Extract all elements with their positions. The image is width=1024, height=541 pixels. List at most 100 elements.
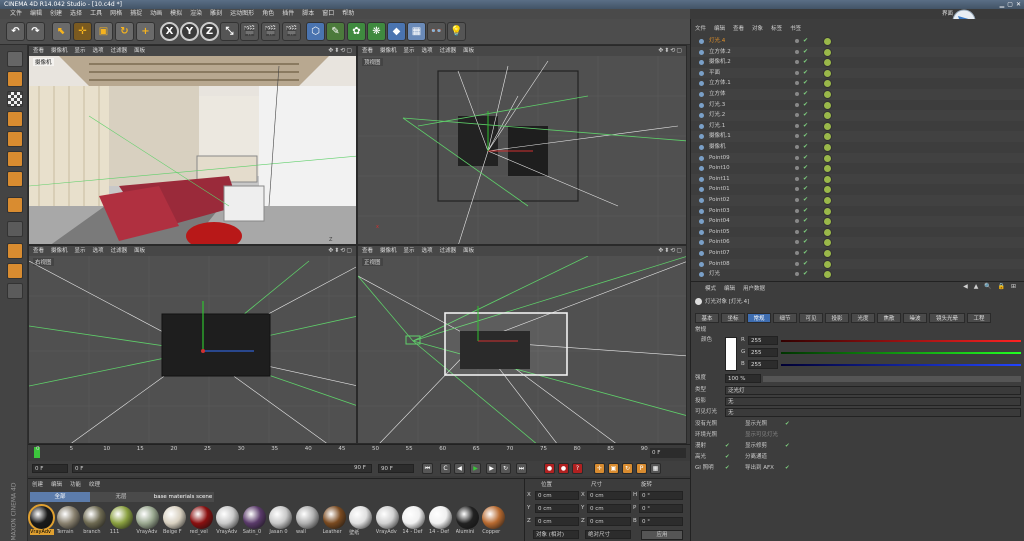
render-settings-button[interactable]: 🎬 [282,22,301,41]
object-tag-icon[interactable] [823,79,832,89]
object-row[interactable]: Point05 ✔ [691,227,1024,238]
visibility-dot-icon[interactable] [795,102,799,107]
vp-menu-view[interactable]: 查看 [33,246,44,256]
prev-key-button[interactable]: C [440,463,451,474]
object-tag-icon[interactable] [823,121,832,131]
material-preview[interactable] [242,506,266,529]
diffuse-check[interactable]: ✔ [725,441,730,451]
visibility-dot-icon[interactable] [795,272,799,277]
vp-menu-options[interactable]: 选项 [93,46,104,56]
object-row[interactable]: Point06 ✔ [691,237,1024,248]
obj-menu-tags[interactable]: 标签 [771,24,782,32]
vp-menu-display[interactable]: 显示 [75,46,86,56]
object-row[interactable]: 立方体 ✔ [691,89,1024,100]
object-row[interactable]: 灯光.1 ✔ [691,121,1024,132]
attr-tab[interactable]: 基本 [695,313,719,323]
menu-item-4[interactable]: 工具 [90,9,102,19]
visibility-dot-icon[interactable] [795,176,799,181]
minimize-icon[interactable]: ▁ [1000,0,1005,9]
timeline-ruler[interactable]: 0 5 10 15 20 25 30 35 40 45 50 55 60 65 70 75 80 85 90 0 F [28,444,690,461]
camera-button[interactable]: 👓 [427,22,446,41]
color-swatch[interactable] [725,337,737,371]
visibility-dot-icon[interactable] [795,229,799,234]
object-tag-icon[interactable] [823,37,832,46]
go-to-end-button[interactable]: ⏭ [516,463,527,474]
visibility-dot-icon[interactable] [795,134,799,139]
object-tag-icon[interactable] [823,164,832,174]
material-preview[interactable] [28,504,55,531]
enabled-check-icon[interactable]: ✔ [803,121,808,132]
viewport-nav-icons[interactable]: ✥⬍⟲▢ [658,247,683,254]
object-tag-icon[interactable] [823,143,832,152]
attr-tab[interactable]: 噪波 [903,313,927,323]
maximize-icon[interactable]: ▢ [1007,0,1013,9]
object-tag-icon[interactable] [823,174,832,184]
coordinate-system-button[interactable]: ⤡ [220,22,239,41]
menu-item-5[interactable]: 网格 [110,9,122,19]
texture-mode-icon[interactable] [7,91,23,107]
object-tag-icon[interactable] [823,153,832,163]
attr-tab[interactable]: 镜头光晕 [929,313,965,323]
mat-menu-function[interactable]: 功能 [70,480,81,488]
object-row[interactable]: 平面 ✔ [691,67,1024,79]
snap-icon[interactable] [7,221,23,237]
object-row[interactable]: 摄像机.2 ✔ [691,57,1024,68]
menu-item-14[interactable]: 脚本 [302,9,314,19]
visibility-dot-icon[interactable] [795,208,799,213]
material-preview[interactable] [269,506,293,529]
x-axis-button[interactable]: X [160,22,179,41]
points-mode-icon[interactable] [7,111,23,127]
z-axis-button[interactable]: Z [200,22,219,41]
visibility-dot-icon[interactable] [795,261,799,266]
enabled-check-icon[interactable]: ✔ [803,248,808,259]
obj-menu-bookmarks[interactable]: 书签 [790,24,801,32]
attr-tab[interactable]: 坐标 [721,313,745,323]
layout-label[interactable]: 界面 [942,9,953,17]
visibility-dot-icon[interactable] [795,81,799,86]
coord-apply-button[interactable]: 应用 [641,530,683,540]
enabled-check-icon[interactable]: ✔ [803,184,808,195]
enabled-check-icon[interactable]: ✔ [803,174,808,185]
menu-item-0[interactable]: 文件 [10,9,22,19]
vp-menu-options[interactable]: 选项 [93,246,104,256]
vp-menu-panel[interactable]: 面板 [134,46,145,56]
key-rotation-button[interactable]: ↻ [622,463,633,474]
vp-menu-camera[interactable]: 摄像机 [380,246,397,256]
key-grid-button[interactable]: ▦ [650,463,661,474]
auto-key-button[interactable]: ● [558,463,569,474]
array-button[interactable]: ❋ [367,22,386,41]
enabled-check-icon[interactable]: ✔ [803,78,808,89]
object-row[interactable]: Point07 ✔ [691,248,1024,259]
coord-size-mode-select[interactable]: 绝对尺寸 [585,530,631,539]
material-preview[interactable] [163,506,186,529]
coord-value-field[interactable]: 0 cm [587,491,631,500]
close-icon[interactable]: ✕ [1016,0,1021,9]
record-button[interactable]: ● [544,463,555,474]
object-tag-icon[interactable] [823,100,832,110]
render-view-button[interactable]: 🎬 [240,22,259,41]
r-slider[interactable] [781,340,1021,342]
tweak-mode-icon[interactable] [7,197,23,213]
render-picture-viewer-button[interactable]: 🎬 [261,22,280,41]
vp-menu-panel[interactable]: 面板 [463,46,474,56]
vp-menu-view[interactable]: 查看 [362,246,373,256]
coord-value-field[interactable]: 0 cm [535,517,579,526]
visibility-dot-icon[interactable] [795,39,799,43]
menu-item-3[interactable]: 选择 [70,9,82,19]
material-preview[interactable] [216,506,240,529]
coord-value-field[interactable]: 0 ° [639,504,683,513]
coord-value-field[interactable]: 0 cm [587,504,631,513]
obj-menu-file[interactable]: 文件 [695,24,706,32]
viewport-front[interactable]: 查看 摄像机 显示 选项 过滤器 面板 ✥⬍⟲▢ 正视图 [357,245,687,444]
polygons-mode-icon[interactable] [7,151,23,167]
coord-value-field[interactable]: 0 cm [535,504,579,513]
key-scale-button[interactable]: ▣ [608,463,619,474]
viewport-perspective[interactable]: 查看 摄像机 显示 选项 过滤器 面板 ✥⬍⟲▢ Z 摄像机 [28,45,357,245]
vp-menu-display[interactable]: 显示 [75,246,86,256]
object-row[interactable]: 灯光 ✔ [691,269,1024,280]
object-tag-icon[interactable] [823,238,832,248]
axis-mode-icon[interactable] [7,171,23,187]
enabled-check-icon[interactable]: ✔ [803,227,808,238]
viewport-nav-icons[interactable]: ✥⬍⟲▢ [328,247,353,254]
coord-mode-select[interactable]: 对象 (相对) [533,530,579,539]
